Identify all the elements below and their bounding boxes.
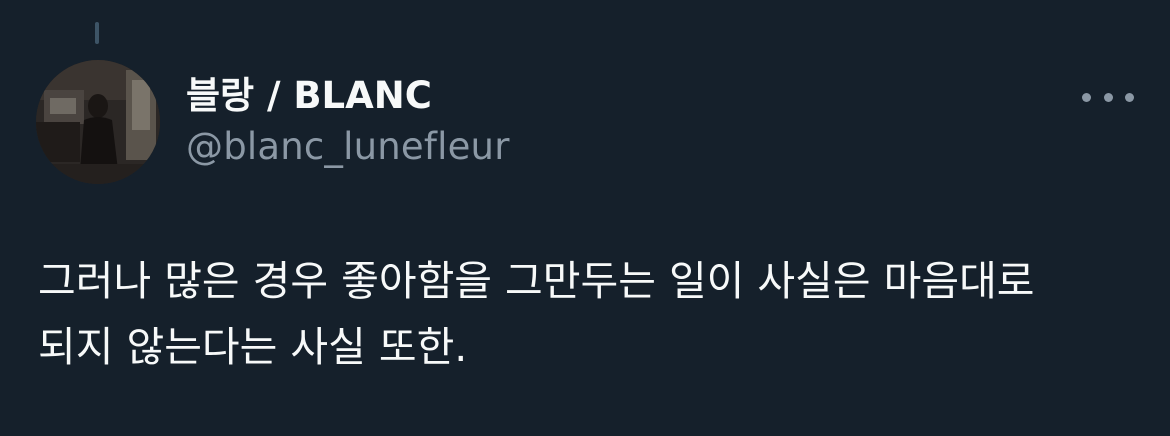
avatar[interactable] bbox=[36, 60, 160, 184]
more-options-dot bbox=[1082, 92, 1091, 102]
display-name[interactable]: 블랑 / BLANC bbox=[186, 74, 432, 118]
tweet-text: 그러나 많은 경우 좋아함을 그만두는 일이 사실은 마음대로 되지 않는다는 … bbox=[38, 248, 1138, 380]
thread-connector-line bbox=[95, 22, 99, 44]
more-options-dot bbox=[1103, 92, 1113, 102]
more-options-icon[interactable] bbox=[1082, 82, 1134, 112]
tweet-text-line: 그러나 많은 경우 좋아함을 그만두는 일이 사실은 마음대로 bbox=[38, 257, 1035, 305]
user-handle[interactable]: @blanc_lunefleur bbox=[186, 124, 510, 170]
tweet-card: 블랑 / BLANC @blanc_lunefleur 그러나 많은 경우 좋아… bbox=[0, 0, 1170, 436]
more-options-dot bbox=[1125, 92, 1134, 102]
tweet-text-line: 되지 않는다는 사실 또한. bbox=[38, 323, 468, 371]
avatar-image bbox=[36, 60, 160, 184]
